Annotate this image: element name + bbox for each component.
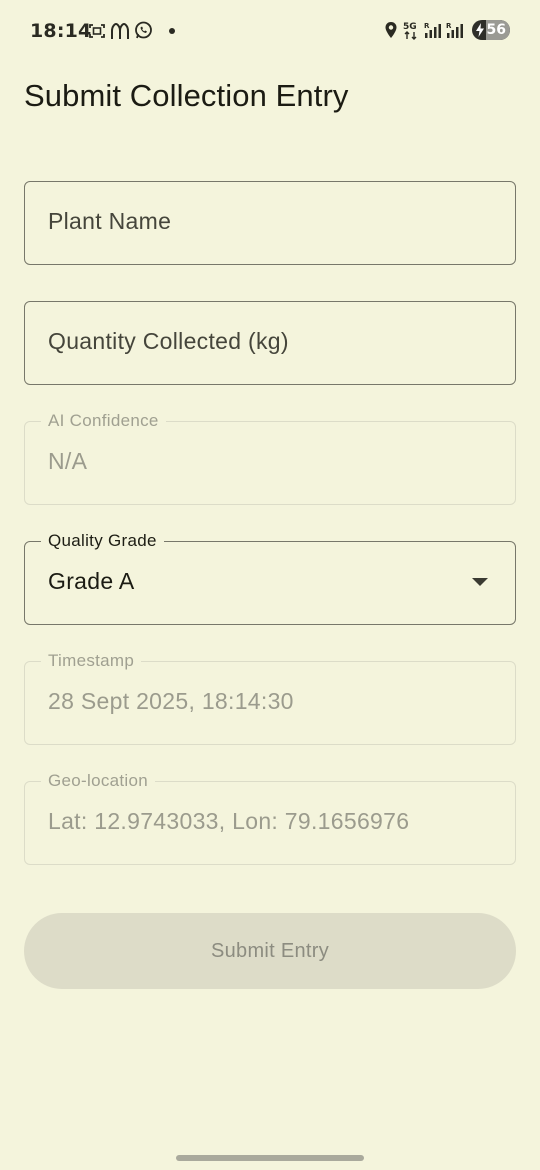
dropdown-arrow-icon[interactable] bbox=[472, 578, 488, 586]
status-right-icons: 5G R R 56 bbox=[384, 20, 510, 40]
battery-icon: 56 bbox=[472, 20, 510, 40]
geo-location-label: Geo-location bbox=[41, 770, 155, 792]
timestamp-field: Timestamp 28 Sept 2025, 18:14:30 bbox=[24, 650, 516, 745]
geo-location-field: Geo-location Lat: 12.9743033, Lon: 79.16… bbox=[24, 770, 516, 865]
svg-text:R: R bbox=[446, 22, 452, 30]
signal-icon: R bbox=[446, 21, 464, 39]
plant-name-placeholder: Plant Name bbox=[48, 208, 172, 234]
svg-text:5G: 5G bbox=[403, 22, 417, 32]
location-icon bbox=[384, 21, 398, 39]
home-indicator[interactable] bbox=[176, 1155, 364, 1161]
mcdonalds-icon bbox=[110, 22, 130, 40]
svg-text:R: R bbox=[424, 22, 430, 30]
signal-icon: R bbox=[424, 21, 442, 39]
5g-data-icon: 5G bbox=[402, 20, 420, 40]
timestamp-value: 28 Sept 2025, 18:14:30 bbox=[48, 688, 294, 714]
quality-grade-dropdown[interactable]: Quality Grade Grade A bbox=[24, 530, 516, 625]
screenshot-icon bbox=[88, 22, 106, 40]
status-time: 18:14 bbox=[30, 20, 92, 42]
quantity-field[interactable]: Quantity Collected (kg) bbox=[24, 301, 516, 385]
quality-grade-value: Grade A bbox=[48, 568, 135, 594]
charging-bolt-icon bbox=[476, 23, 484, 37]
geo-location-value: Lat: 12.9743033, Lon: 79.1656976 bbox=[48, 808, 410, 834]
ai-confidence-label: AI Confidence bbox=[41, 410, 166, 432]
ai-confidence-field: AI Confidence N/A bbox=[24, 410, 516, 505]
quantity-placeholder: Quantity Collected (kg) bbox=[48, 328, 289, 354]
whatsapp-icon bbox=[134, 21, 153, 40]
quality-grade-label: Quality Grade bbox=[41, 530, 164, 552]
status-bar: 18:14 5G R R 56 bbox=[0, 0, 540, 62]
battery-level: 56 bbox=[486, 22, 506, 38]
ai-confidence-value: N/A bbox=[48, 448, 88, 474]
timestamp-label: Timestamp bbox=[41, 650, 142, 672]
submit-entry-button[interactable]: Submit Entry bbox=[24, 913, 516, 989]
notification-dot-icon bbox=[169, 27, 175, 34]
plant-name-field[interactable]: Plant Name bbox=[24, 181, 516, 265]
page-title: Submit Collection Entry bbox=[24, 78, 349, 113]
status-left-icons bbox=[88, 21, 175, 40]
